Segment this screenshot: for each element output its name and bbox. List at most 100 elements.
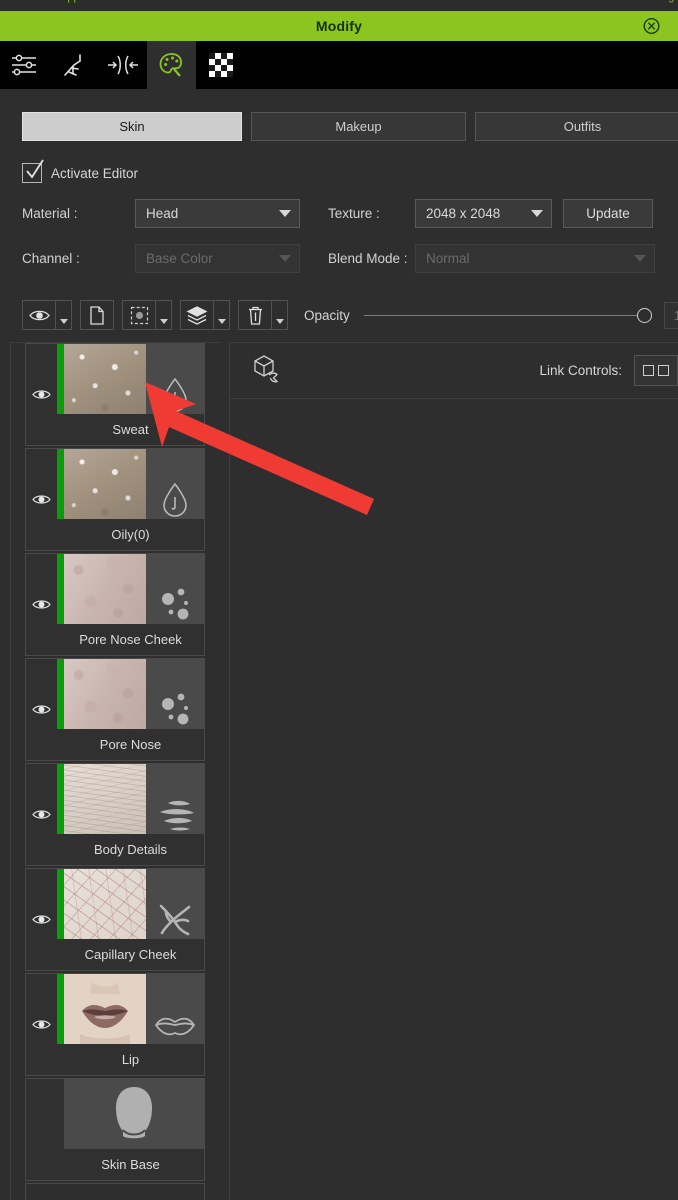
blend-mode-dropdown[interactable]: Normal [415, 244, 655, 273]
morph-arrows-icon[interactable] [98, 41, 147, 89]
texture-label: Texture : [328, 206, 380, 221]
page-title: Modify [315, 18, 363, 34]
tab-skin[interactable]: Skin [22, 112, 242, 141]
layer-toolbar: Opacity 100 [22, 300, 678, 330]
layer-list-panel[interactable]: Sweat Oily(0) Pore Nose Cheek Pore Nose … [10, 342, 221, 1200]
layer-visibility-toggle[interactable] [26, 764, 57, 865]
merge-layers-icon[interactable] [181, 301, 213, 329]
top-fragment: Settings [640, 0, 678, 3]
channel-dropdown[interactable]: Base Color [135, 244, 300, 273]
top-fragment: Appearance Editor [60, 0, 151, 3]
slider-knob[interactable] [636, 307, 652, 323]
chevron-down-icon [531, 210, 543, 217]
material-label: Material : [22, 206, 78, 221]
layer-row[interactable]: Oily(0) [25, 448, 205, 551]
layer-properties-panel: Link Controls: [229, 342, 678, 1200]
layer-name-bar: Body Details [57, 834, 204, 865]
opacity-label: Opacity [304, 307, 350, 323]
layer-visibility-toggle[interactable] [26, 974, 57, 1075]
select-mask-dropdown[interactable] [155, 301, 171, 329]
layer-properties-header: Link Controls: [230, 343, 678, 399]
layer-thumbnail [64, 869, 146, 941]
editor-body: Skin Makeup Outfits Activate Editor Mate… [0, 89, 678, 1200]
checkerboard-icon[interactable] [196, 41, 245, 89]
update-label: Update [586, 206, 630, 221]
duplicate-group [80, 300, 114, 330]
layer-row[interactable]: Pore Nose Cheek [25, 553, 205, 656]
layer-name: Sweat [112, 422, 149, 437]
layer-name: Lip [121, 1052, 140, 1067]
link-controls-label: Link Controls: [539, 363, 622, 378]
layer-thumbnail [64, 449, 146, 521]
close-circle-icon[interactable] [643, 17, 660, 35]
layer-name: Capillary Cheek [84, 947, 177, 962]
tab-label: Outfits [563, 119, 602, 134]
layer-name: Oily(0) [111, 527, 150, 542]
layer-name: Body Details [94, 842, 167, 857]
sliders-icon[interactable] [0, 41, 49, 89]
square-left [643, 365, 654, 376]
eye-icon [32, 1020, 51, 1029]
layer-row[interactable]: Pore Nose [25, 658, 205, 761]
layer-visibility-toggle[interactable] [26, 1079, 57, 1180]
material-dropdown[interactable]: Head [135, 199, 300, 228]
eye-icon [32, 705, 51, 714]
opacity-slider[interactable] [363, 305, 652, 325]
tab-label: Skin [119, 119, 145, 134]
layer-name: Skin Base [101, 1157, 160, 1172]
merge-layers-dropdown[interactable] [213, 301, 229, 329]
layer-row[interactable]: Sweat [25, 343, 205, 446]
layer-row-empty[interactable] [25, 1183, 205, 1200]
visibility-eye-icon[interactable] [23, 301, 55, 329]
eye-icon [32, 915, 51, 924]
opacity-value: 100 [673, 307, 678, 323]
material-value: Head [146, 206, 179, 221]
activate-editor-checkbox[interactable] [22, 159, 44, 183]
texture-value: 2048 x 2048 [426, 206, 501, 221]
texture-dropdown[interactable]: 2048 x 2048 [415, 199, 552, 228]
mode-toolbar [0, 41, 678, 89]
visibility-dropdown[interactable] [55, 301, 71, 329]
eye-icon [32, 600, 51, 609]
layer-row[interactable]: Skin Base [25, 1078, 205, 1181]
top-fragment: Material [290, 0, 329, 3]
activate-editor-label: Activate Editor [51, 165, 139, 181]
layer-visibility-toggle[interactable] [26, 449, 57, 550]
select-mask-icon[interactable] [123, 301, 155, 329]
opacity-value-field[interactable]: 100 [663, 301, 678, 329]
palette-icon[interactable] [147, 41, 196, 89]
layer-thumbnail [64, 764, 146, 836]
chevron-down-icon [634, 255, 646, 262]
tab-outfits[interactable]: Outfits [475, 112, 678, 141]
layer-thumbnail [64, 554, 146, 626]
two-squares-icon[interactable] [634, 355, 678, 386]
eye-icon [32, 810, 51, 819]
chevron-down-icon [279, 210, 291, 217]
delete-trash-icon[interactable] [239, 301, 271, 329]
layer-name-bar: Lip [57, 1044, 204, 1075]
update-button[interactable]: Update [563, 199, 653, 228]
tab-makeup[interactable]: Makeup [251, 112, 466, 141]
material-texture-row: Material : Head Texture : 2048 x 2048 Up… [22, 199, 653, 228]
layer-visibility-toggle[interactable] [26, 554, 57, 655]
duplicate-page-icon[interactable] [81, 301, 113, 329]
layer-row[interactable]: Body Details [25, 763, 205, 866]
layer-thumbnail [64, 974, 146, 1046]
pose-figure-icon[interactable] [49, 41, 98, 89]
tab-label: Makeup [335, 119, 382, 134]
activate-editor-row: Activate Editor [22, 159, 139, 183]
slider-track [363, 314, 652, 316]
delete-dropdown[interactable] [271, 301, 287, 329]
eye-icon [32, 495, 51, 504]
layer-visibility-toggle[interactable] [26, 344, 57, 445]
layer-name-bar: Sweat [57, 414, 204, 445]
merge-layers-group [180, 300, 230, 330]
cube-wrench-icon[interactable] [252, 353, 282, 388]
layer-row[interactable]: Lip [25, 973, 205, 1076]
layer-visibility-toggle[interactable] [26, 869, 57, 970]
layer-list: Sweat Oily(0) Pore Nose Cheek Pore Nose … [25, 343, 207, 1200]
layer-name-bar: Capillary Cheek [57, 939, 204, 970]
layer-thumbnail [64, 659, 146, 731]
layer-visibility-toggle[interactable] [26, 659, 57, 760]
layer-row[interactable]: Capillary Cheek [25, 868, 205, 971]
